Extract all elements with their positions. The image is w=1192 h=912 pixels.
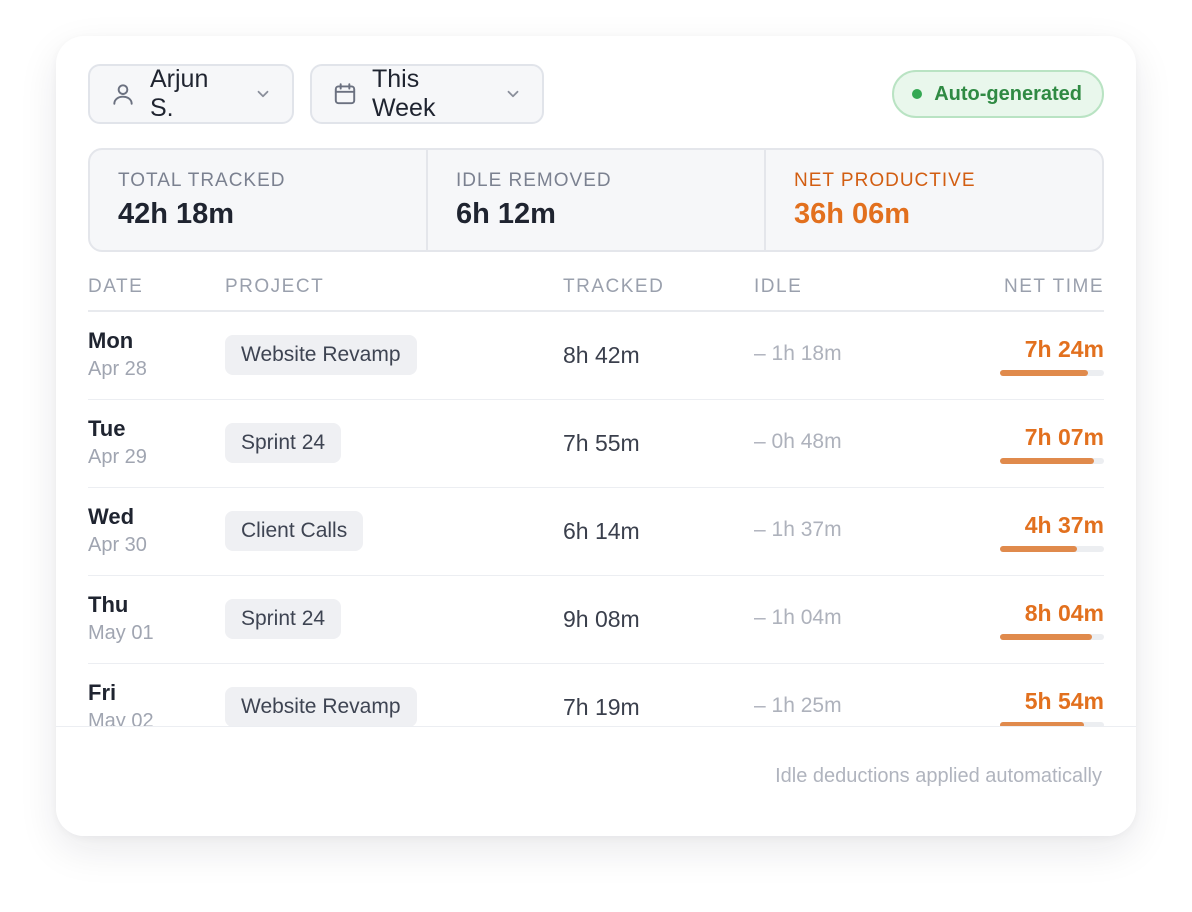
table-row[interactable]: Thu May 01 Sprint 24 9h 08m – 1h 04m 8h … — [88, 576, 1104, 664]
project-tag[interactable]: Website Revamp — [225, 335, 417, 375]
table-row[interactable]: Mon Apr 28 Website Revamp 8h 42m – 1h 18… — [88, 312, 1104, 400]
row-date: Apr 29 — [88, 446, 147, 468]
project-tag[interactable]: Sprint 24 — [225, 599, 342, 639]
summary-label: NET PRODUCTIVE — [794, 170, 976, 191]
column-header-idle: IDLE — [754, 276, 803, 297]
footer-note: Idle deductions applied automatically — [775, 765, 1102, 787]
timesheet-table: DATE PROJECT TRACKED IDLE NET TIME Mon A… — [88, 268, 1104, 726]
row-idle: – 1h 37m — [754, 518, 842, 541]
timesheet-card: Arjun S. This Week Auto-generated TOTAL … — [56, 36, 1136, 836]
row-net-time: 4h 37m — [1024, 512, 1104, 538]
row-net-time: 8h 04m — [1024, 600, 1104, 626]
summary-value: 36h 06m — [794, 198, 911, 230]
column-header-tracked: TRACKED — [563, 276, 665, 297]
table-row[interactable]: Tue Apr 29 Sprint 24 7h 55m – 0h 48m 7h … — [88, 400, 1104, 488]
table-header: DATE PROJECT TRACKED IDLE NET TIME — [88, 268, 1104, 312]
row-day: Thu — [88, 592, 129, 617]
row-tracked: 7h 55m — [563, 430, 640, 456]
column-header-date: DATE — [88, 276, 144, 297]
summary-value: 6h 12m — [456, 198, 556, 230]
period-select[interactable]: This Week — [310, 64, 544, 124]
row-net-time: 7h 07m — [1024, 424, 1104, 450]
badge-label: Auto-generated — [934, 82, 1082, 105]
auto-generated-badge: Auto-generated — [892, 70, 1104, 118]
net-time-bar-fill — [1000, 458, 1094, 464]
user-select-label: Arjun S. — [150, 65, 209, 122]
net-time-bar — [1000, 634, 1104, 640]
net-time-bar — [1000, 370, 1104, 376]
row-tracked: 9h 08m — [563, 606, 640, 632]
project-tag[interactable]: Sprint 24 — [225, 423, 342, 463]
summary-value: 42h 18m — [118, 198, 235, 230]
summary-net-productive: NET PRODUCTIVE 36h 06m — [766, 150, 1102, 250]
row-idle: – 1h 04m — [754, 606, 842, 629]
net-time-bar-fill — [1000, 546, 1077, 552]
summary-idle-removed: IDLE REMOVED 6h 12m — [428, 150, 766, 250]
net-time-bar — [1000, 458, 1104, 464]
row-date: May 02 — [88, 710, 154, 726]
row-tracked: 8h 42m — [563, 342, 640, 368]
net-time-bar-fill — [1000, 634, 1092, 640]
card-footer: Idle deductions applied automatically — [56, 726, 1136, 836]
row-net-time: 5h 54m — [1024, 688, 1104, 714]
project-tag[interactable]: Website Revamp — [225, 687, 417, 726]
net-time-bar — [1000, 546, 1104, 552]
net-time-bar-fill — [1000, 370, 1089, 376]
chevron-down-icon — [504, 85, 522, 103]
column-header-project: PROJECT — [225, 276, 325, 297]
user-icon — [110, 81, 136, 107]
summary-label: IDLE REMOVED — [456, 170, 612, 191]
row-date: Apr 30 — [88, 534, 147, 556]
row-net-time: 7h 24m — [1024, 336, 1104, 362]
chevron-down-icon — [254, 85, 272, 103]
row-day: Wed — [88, 504, 135, 529]
calendar-icon — [332, 81, 358, 107]
row-tracked: 7h 19m — [563, 694, 640, 720]
summary-bar: TOTAL TRACKED 42h 18m IDLE REMOVED 6h 12… — [88, 148, 1104, 252]
period-select-label: This Week — [372, 65, 436, 122]
column-header-net-time: NET TIME — [1004, 276, 1104, 297]
project-tag[interactable]: Client Calls — [225, 511, 364, 551]
status-dot-icon — [912, 89, 923, 99]
summary-label: TOTAL TRACKED — [118, 170, 286, 191]
toolbar: Arjun S. This Week Auto-generated — [88, 64, 1104, 124]
row-idle: – 1h 25m — [754, 694, 842, 717]
row-date: May 01 — [88, 622, 154, 644]
row-day: Fri — [88, 680, 117, 705]
row-date: Apr 28 — [88, 358, 147, 380]
row-idle: – 1h 18m — [754, 342, 842, 365]
row-day: Mon — [88, 328, 134, 353]
row-tracked: 6h 14m — [563, 518, 640, 544]
user-select[interactable]: Arjun S. — [88, 64, 294, 124]
row-idle: – 0h 48m — [754, 430, 842, 453]
table-row[interactable]: Wed Apr 30 Client Calls 6h 14m – 1h 37m … — [88, 488, 1104, 576]
summary-total-tracked: TOTAL TRACKED 42h 18m — [90, 150, 428, 250]
table-body[interactable]: Mon Apr 28 Website Revamp 8h 42m – 1h 18… — [88, 312, 1104, 726]
table-row[interactable]: Fri May 02 Website Revamp 7h 19m – 1h 25… — [88, 664, 1104, 726]
row-day: Tue — [88, 416, 126, 441]
